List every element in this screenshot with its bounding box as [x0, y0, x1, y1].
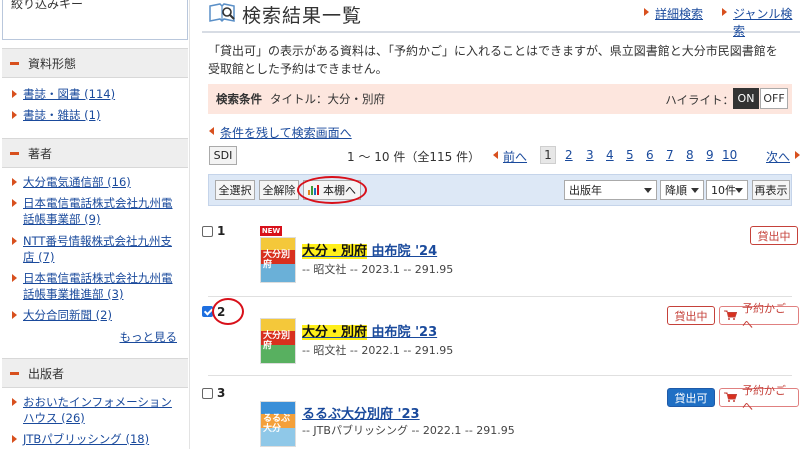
chevron-down-icon: [691, 188, 699, 193]
book-cover[interactable]: 大分別府: [260, 237, 296, 283]
facet-item[interactable]: NTT番号情報株式会社九州支店 (7): [10, 233, 182, 265]
facet-heading-publisher: 出版者: [2, 358, 188, 388]
page-link[interactable]: 4: [606, 148, 614, 162]
add-to-cart-button[interactable]: 予約かごへ: [719, 384, 799, 413]
page-link[interactable]: 5: [626, 148, 634, 162]
advanced-search-link[interactable]: 詳細検索: [643, 5, 703, 22]
page-link[interactable]: 6: [646, 148, 654, 162]
facet-item[interactable]: 日本電信電話株式会社九州電話帳事業推進部 (3): [10, 270, 182, 302]
add-to-cart-button[interactable]: 予約かごへ: [719, 302, 799, 331]
book-cover[interactable]: るるぶ大分: [260, 401, 296, 447]
main-content: 検索結果一覧 詳細検索 ジャンル検索 「貸出可」の表示がある資料は、「予約かご」…: [190, 0, 800, 449]
search-condition-bar: 検索条件 タイトル：大分・別府 ハイライト： ON OFF: [208, 84, 792, 114]
page-title: 検索結果一覧: [242, 4, 363, 27]
deselect-all-button[interactable]: 全解除: [259, 180, 299, 200]
cover-text: 大分別府: [263, 331, 291, 351]
facet-item[interactable]: 日本電信電話株式会社九州電話帳事業部 (9): [10, 195, 182, 227]
page-link[interactable]: 9: [706, 148, 714, 162]
next-page-link[interactable]: 次へ: [766, 148, 800, 165]
result-divider: [208, 296, 792, 297]
notice-text: 「貸出可」の表示がある資料は、「予約かご」に入れることはできますが、県立図書館と…: [208, 44, 778, 76]
per-page-select[interactable]: 10件: [706, 180, 748, 200]
sdi-button[interactable]: SDI: [209, 146, 237, 165]
dash-icon: [10, 61, 19, 65]
title-divider: [202, 31, 800, 33]
more-link[interactable]: もっと見る: [120, 329, 178, 345]
facet-heading-material-type: 資料形態: [2, 48, 188, 78]
cart-icon: [724, 310, 737, 320]
result-number: 1: [217, 224, 226, 238]
result-divider: [208, 375, 792, 376]
sort-order-select[interactable]: 降順: [660, 180, 704, 200]
select-all-button[interactable]: 全選択: [215, 180, 255, 200]
chevron-down-icon: [735, 188, 743, 193]
filter-key-box[interactable]: 絞り込みキー: [2, 0, 188, 40]
sidebar: 絞り込みキー 資料形態 書誌・図書 (114) 書誌・雑誌 (1) 著者 大分電…: [0, 0, 190, 449]
status-badge: 貸出可: [667, 388, 715, 407]
sort-field-select[interactable]: 出版年: [564, 180, 657, 200]
highlight-on-button[interactable]: ON: [733, 88, 759, 109]
book-cover[interactable]: 大分別府: [260, 318, 296, 364]
facet-heading-author: 著者: [2, 138, 188, 168]
facet-item[interactable]: 書誌・図書 (114): [10, 86, 182, 102]
search-result-icon: [208, 2, 236, 27]
result-title[interactable]: 大分・別府 由布院 '24: [302, 240, 437, 259]
status-badge: 貸出中: [750, 226, 798, 245]
redisplay-button[interactable]: 再表示: [752, 180, 790, 200]
page-link[interactable]: 8: [686, 148, 694, 162]
result-title[interactable]: 大分・別府 由布院 '23: [302, 321, 437, 340]
page-link[interactable]: 10: [722, 148, 737, 162]
genre-search-link[interactable]: ジャンル検索: [721, 5, 800, 39]
highlight-off-button[interactable]: OFF: [760, 88, 788, 109]
current-page: 1: [540, 146, 556, 164]
cover-text: 大分別府: [263, 250, 291, 270]
cart-icon: [724, 392, 737, 402]
facet-item[interactable]: 大分合同新聞 (2): [10, 307, 182, 323]
facet-item[interactable]: おおいたインフォメーションハウス (26): [10, 394, 182, 426]
chevron-down-icon: [644, 188, 652, 193]
status-badge: 貸出中: [667, 306, 715, 325]
page-link[interactable]: 3: [586, 148, 594, 162]
back-to-search-link[interactable]: 条件を残して検索画面へ: [209, 124, 352, 141]
condition-label: 検索条件: [216, 92, 262, 106]
dash-icon: [10, 151, 19, 155]
facet-item[interactable]: JTBパブリッシング (18): [10, 431, 182, 447]
cover-text: るるぶ大分: [263, 414, 291, 434]
result-range: 1 〜 10 件（全115 件）: [347, 150, 481, 164]
facet-item[interactable]: 書誌・雑誌 (1): [10, 107, 182, 123]
annotation-circle: [297, 176, 367, 204]
result-meta: -- 昭文社 -- 2023.1 -- 291.95: [302, 263, 454, 276]
result-meta: -- JTBパブリッシング -- 2022.1 -- 291.95: [302, 424, 515, 437]
result-meta: -- 昭文社 -- 2022.1 -- 291.95: [302, 344, 454, 357]
facet-item[interactable]: 大分電気通信部 (16): [10, 174, 182, 190]
result-toolbar: 全選択 全解除 本棚へ 出版年 降順 10件 再表示: [208, 174, 792, 206]
result-number: 3: [217, 386, 226, 400]
page-header: 検索結果一覧: [208, 0, 362, 28]
prev-page-link[interactable]: 前へ: [493, 148, 527, 165]
filter-key-label: 絞り込みキー: [11, 0, 84, 11]
new-badge: NEW: [260, 226, 282, 236]
highlight-label: ハイライト：: [665, 93, 734, 107]
dash-icon: [10, 371, 19, 375]
result-checkbox[interactable]: [202, 388, 213, 399]
annotation-circle: [212, 298, 244, 325]
page-link[interactable]: 2: [565, 148, 573, 162]
condition-value: タイトル：大分・別府: [270, 92, 385, 106]
page-link[interactable]: 7: [666, 148, 674, 162]
result-title[interactable]: るるぶ大分別府 '23: [302, 403, 420, 422]
result-checkbox[interactable]: [202, 226, 213, 237]
